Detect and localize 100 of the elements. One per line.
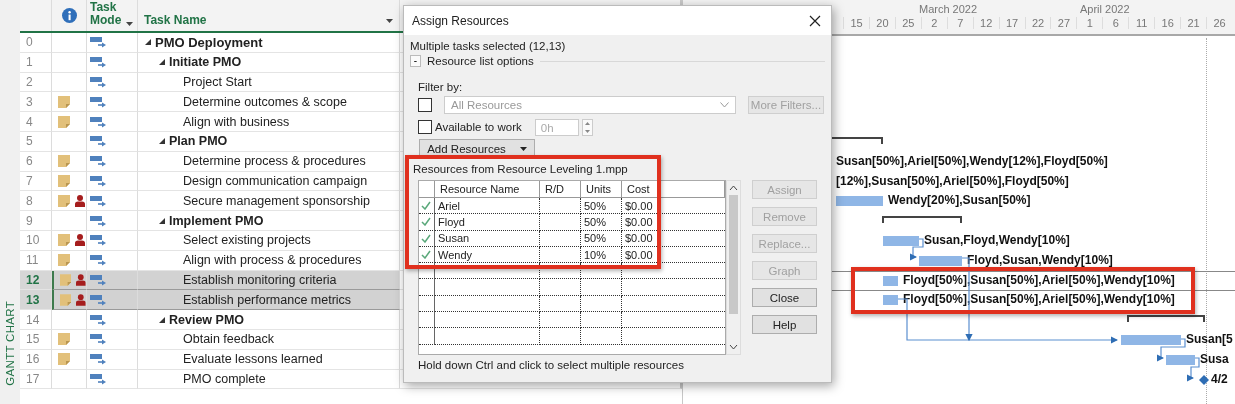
row-number: 3 [26, 94, 33, 109]
empty-cell[interactable] [581, 279, 622, 296]
milestone-icon[interactable] [1199, 374, 1209, 385]
task-mode-icon [90, 36, 107, 49]
note-icon[interactable] [58, 194, 70, 207]
empty-cell[interactable] [435, 279, 540, 296]
empty-cell[interactable] [581, 328, 622, 345]
task-name: PMO Deployment [155, 34, 263, 50]
scrollbar[interactable] [726, 180, 741, 355]
empty-cell[interactable] [540, 312, 581, 329]
empty-cell[interactable] [540, 279, 581, 296]
task-mode-icon [90, 76, 107, 88]
row-number: 13 [26, 292, 40, 307]
outline-toggle-icon[interactable] [158, 58, 166, 67]
row-number: 8 [26, 193, 33, 208]
task-mode-icon [90, 214, 107, 227]
select-all-cell[interactable] [419, 181, 435, 198]
outline-toggle-icon[interactable] [158, 137, 166, 146]
task-name: PMO complete [183, 371, 266, 386]
dialog-button[interactable]: Help [752, 315, 817, 334]
resource-label: [12%],Susan[50%],Ariel[50%],Floyd[50%] [836, 172, 1069, 189]
note-icon[interactable] [58, 234, 70, 247]
outline-toggle-icon[interactable] [158, 315, 166, 324]
row-number: 7 [26, 173, 33, 188]
collapse-button[interactable]: - [410, 55, 421, 67]
note-icon[interactable] [58, 174, 70, 187]
task-name: Plan PMO [169, 134, 228, 149]
day-label: 1 [1076, 17, 1103, 29]
empty-cell[interactable] [540, 328, 581, 345]
day-label: 21 [1180, 17, 1207, 29]
dialog-title: Assign Resources [412, 13, 509, 28]
resource-label: Floyd[50%],Susan[50%],Ariel[50%],Wendy[10%] [903, 271, 1175, 288]
empty-cell[interactable] [419, 279, 435, 296]
scroll-up-icon[interactable] [729, 185, 738, 191]
task-mode-icon [90, 353, 107, 366]
table-cell: $0.00 [625, 199, 653, 212]
scroll-thumb[interactable] [729, 195, 738, 314]
day-label: 12 [972, 17, 999, 29]
empty-cell[interactable] [540, 263, 581, 280]
empty-cell[interactable] [581, 263, 622, 280]
note-icon[interactable] [58, 155, 70, 168]
column-header[interactable]: Task Mode [90, 1, 122, 27]
table-cell: Floyd [438, 215, 465, 228]
summary-bar[interactable] [882, 216, 962, 224]
empty-cell[interactable] [419, 312, 435, 329]
task-mode-icon [90, 273, 107, 286]
resource-label: Susan[50%],Ariel[50%],Wendy[12%],Floyd[50%] [836, 152, 1108, 169]
summary-bar[interactable] [1127, 315, 1205, 323]
resource-label: Susa [1200, 350, 1229, 367]
outline-toggle-icon[interactable] [158, 216, 166, 225]
note-icon[interactable] [58, 95, 70, 108]
task-mode-icon [90, 56, 107, 69]
table-cell: Susan [438, 232, 470, 245]
table-cell: $0.00 [625, 232, 653, 245]
spinner-arrows-icon[interactable] [581, 118, 593, 136]
empty-cell[interactable] [419, 328, 435, 345]
row-number: 2 [26, 75, 33, 89]
row-number: 10 [26, 233, 40, 248]
note-icon[interactable] [58, 115, 70, 128]
empty-cell[interactable] [581, 295, 622, 313]
day-label: 22 [1024, 17, 1051, 29]
row-number: 5 [26, 134, 33, 149]
scroll-down-icon[interactable] [729, 344, 738, 350]
row-number: 4 [26, 114, 33, 129]
resource-label: Susan[5 [1186, 331, 1233, 347]
empty-cell[interactable] [419, 263, 435, 280]
task-mode-icon [90, 135, 107, 148]
note-icon[interactable] [58, 254, 70, 267]
task-mode-icon [90, 333, 107, 346]
row-number: 0 [26, 35, 33, 50]
column-header[interactable]: Task Name [144, 14, 207, 27]
dialog-button[interactable]: Close [752, 288, 817, 307]
day-label: 20 [868, 17, 895, 29]
empty-cell[interactable] [435, 312, 540, 329]
day-label: 26 [1206, 17, 1232, 29]
table-cell: 50% [584, 199, 607, 212]
table-cell: Ariel [438, 199, 460, 212]
empty-cell[interactable] [419, 295, 435, 313]
resource-label: 4/2 [1211, 370, 1228, 387]
task-name: Align with business [183, 114, 290, 129]
task-name: Secure management sponsorship [183, 193, 370, 208]
section-label: Resource list options [427, 55, 534, 67]
empty-cell[interactable] [581, 312, 622, 329]
empty-cell[interactable] [540, 295, 581, 313]
task-mode-icon [90, 372, 107, 385]
dropdown-arrow-icon[interactable] [126, 22, 133, 27]
dropdown-arrow-icon[interactable] [386, 19, 393, 24]
empty-cell[interactable] [435, 328, 540, 345]
note-icon[interactable] [58, 353, 70, 366]
view-label[interactable]: GANTT CHART [4, 301, 16, 386]
task-name: Design communication campaign [183, 173, 368, 188]
task-name: Implement PMO [169, 213, 264, 228]
note-icon[interactable] [58, 333, 70, 346]
row-number: 14 [26, 312, 40, 327]
caret-icon[interactable] [519, 146, 527, 152]
empty-cell[interactable] [435, 263, 540, 280]
day-label: 25 [894, 17, 921, 29]
task-name: Obtain feedback [183, 332, 275, 347]
empty-cell[interactable] [435, 295, 540, 313]
outline-toggle-icon[interactable] [144, 38, 152, 47]
